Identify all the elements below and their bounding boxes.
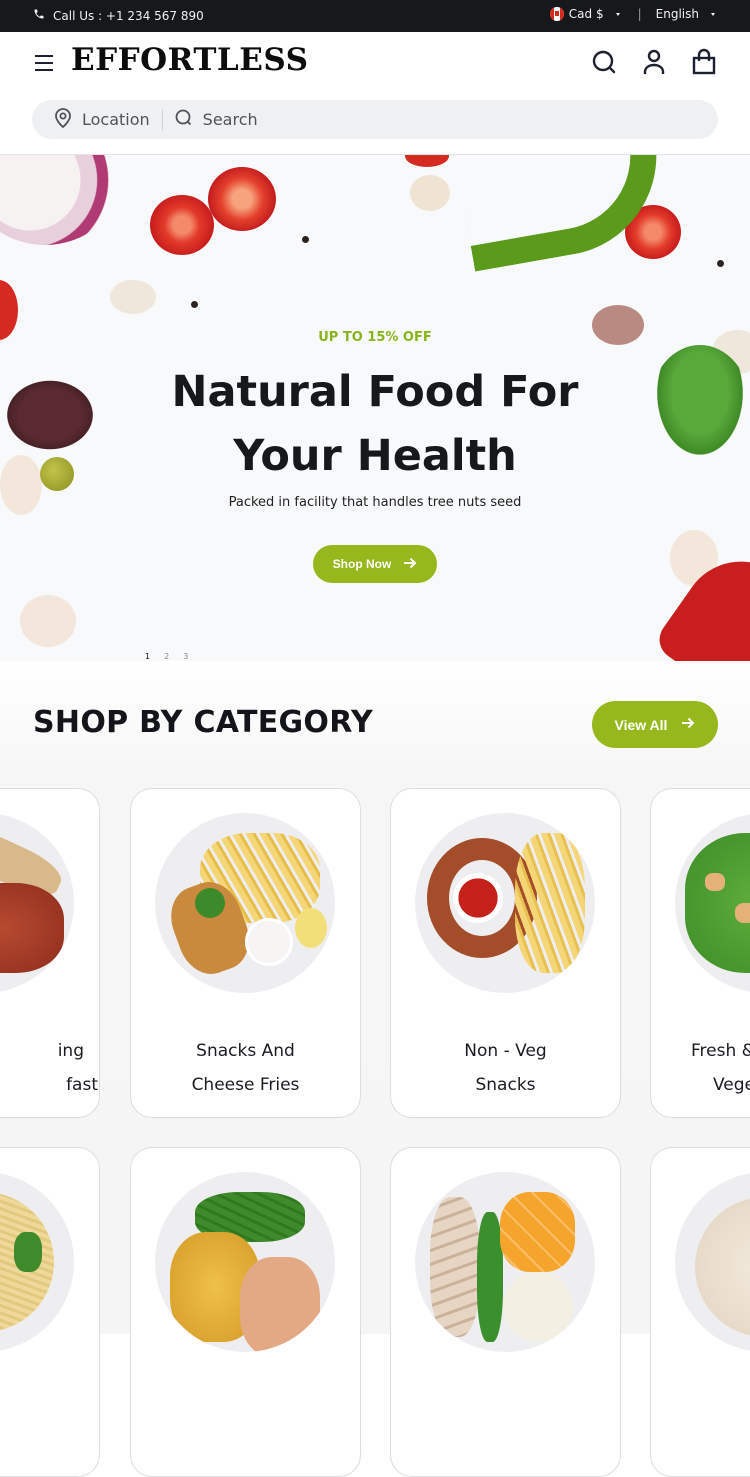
hero-banner: UP TO 15% OFF Natural Food For Your Heal… — [0, 155, 750, 661]
tomato-image — [208, 167, 276, 231]
hero-subtitle: Packed in facility that handles tree nut… — [228, 495, 522, 510]
search-icon[interactable] — [590, 48, 618, 76]
category-label: Non - Veg Snacks — [464, 1041, 547, 1095]
category-card[interactable] — [130, 1147, 361, 1477]
slide-dot-2[interactable]: 2 — [164, 652, 169, 661]
language-label: English — [655, 7, 699, 21]
rice-salad-plate-image — [675, 1172, 750, 1352]
salad-plate-image — [675, 813, 750, 993]
view-all-button[interactable]: View All — [592, 701, 718, 748]
hero-title: Natural Food For Your Health — [0, 360, 750, 488]
mushroom-image — [110, 280, 156, 314]
section-heading: SHOP BY CATEGORY — [33, 705, 374, 740]
category-card[interactable] — [0, 1147, 100, 1477]
slider-pagination: 1 2 3 — [145, 652, 188, 661]
peppercorn — [191, 301, 198, 308]
arrow-right-icon — [403, 556, 417, 573]
bacon-toast-plate-image — [0, 813, 74, 993]
tomato-image — [405, 155, 449, 167]
noodle-soup-plate-image — [0, 1172, 74, 1352]
user-icon[interactable] — [640, 48, 668, 76]
shop-now-button[interactable]: Shop Now — [313, 545, 437, 583]
language-selector[interactable]: English — [656, 7, 715, 21]
top-bar: Call Us : +1 234 567 890 Cad $ | English — [0, 0, 750, 32]
canada-flag-icon — [549, 7, 564, 21]
phone-icon — [33, 8, 45, 23]
chevron-down-icon — [711, 12, 715, 16]
currency-label: Cad $ — [568, 7, 604, 21]
hero-title-line1: Natural Food For — [171, 367, 579, 417]
fish-fries-plate-image — [155, 813, 335, 993]
slide-dot-1[interactable]: 1 — [145, 652, 150, 661]
chicken-veg-plate-image — [415, 1172, 595, 1352]
category-card[interactable] — [390, 1147, 621, 1477]
category-label: ing fast — [57, 1041, 98, 1095]
category-card[interactable]: Snacks And Cheese Fries — [130, 788, 361, 1118]
category-section: SHOP BY CATEGORY View All ing fast Snack… — [0, 661, 750, 1477]
location-pin-icon — [54, 107, 72, 132]
category-label: Fresh & Vege — [691, 1041, 750, 1095]
shop-now-label: Shop Now — [332, 557, 392, 571]
mushroom-image — [410, 175, 450, 211]
slide-dot-3[interactable]: 3 — [183, 652, 188, 661]
divider: | — [637, 7, 642, 21]
potato-beans-chicken-plate-image — [155, 1172, 335, 1352]
category-label: Snacks And Cheese Fries — [191, 1041, 300, 1095]
category-card[interactable] — [650, 1147, 750, 1477]
divider — [161, 108, 163, 131]
call-us-text: Call Us : +1 234 567 890 — [53, 8, 204, 23]
call-us[interactable]: Call Us : +1 234 567 890 — [33, 8, 204, 23]
header: EFFORTLESS Location — [0, 32, 750, 155]
mushroom-image — [20, 595, 76, 647]
search-icon — [175, 109, 193, 131]
currency-selector[interactable]: Cad $ — [549, 7, 620, 21]
hero-title-line2: Your Health — [233, 431, 517, 481]
location-selector[interactable]: Location — [32, 107, 150, 132]
brand-logo[interactable]: EFFORTLESS — [71, 42, 308, 78]
peppercorn — [717, 260, 724, 267]
view-all-label: View All — [614, 716, 668, 733]
shopping-bag-icon[interactable] — [690, 48, 718, 76]
promo-label: UP TO 15% OFF — [318, 330, 432, 345]
category-card[interactable]: Non - Veg Snacks — [390, 788, 621, 1118]
peppercorn — [302, 236, 309, 243]
menu-icon[interactable] — [35, 55, 53, 71]
search-input[interactable] — [202, 110, 503, 129]
sausage-fries-plate-image — [415, 813, 595, 993]
search-bar: Location — [32, 100, 718, 139]
tomato-image — [150, 195, 214, 255]
category-card[interactable]: ing fast — [0, 788, 100, 1118]
onion-image — [0, 155, 120, 245]
location-label: Location — [82, 110, 150, 129]
chevron-down-icon — [615, 12, 620, 16]
arrow-right-icon — [681, 716, 695, 733]
category-card[interactable]: Fresh & Vege — [650, 788, 750, 1118]
